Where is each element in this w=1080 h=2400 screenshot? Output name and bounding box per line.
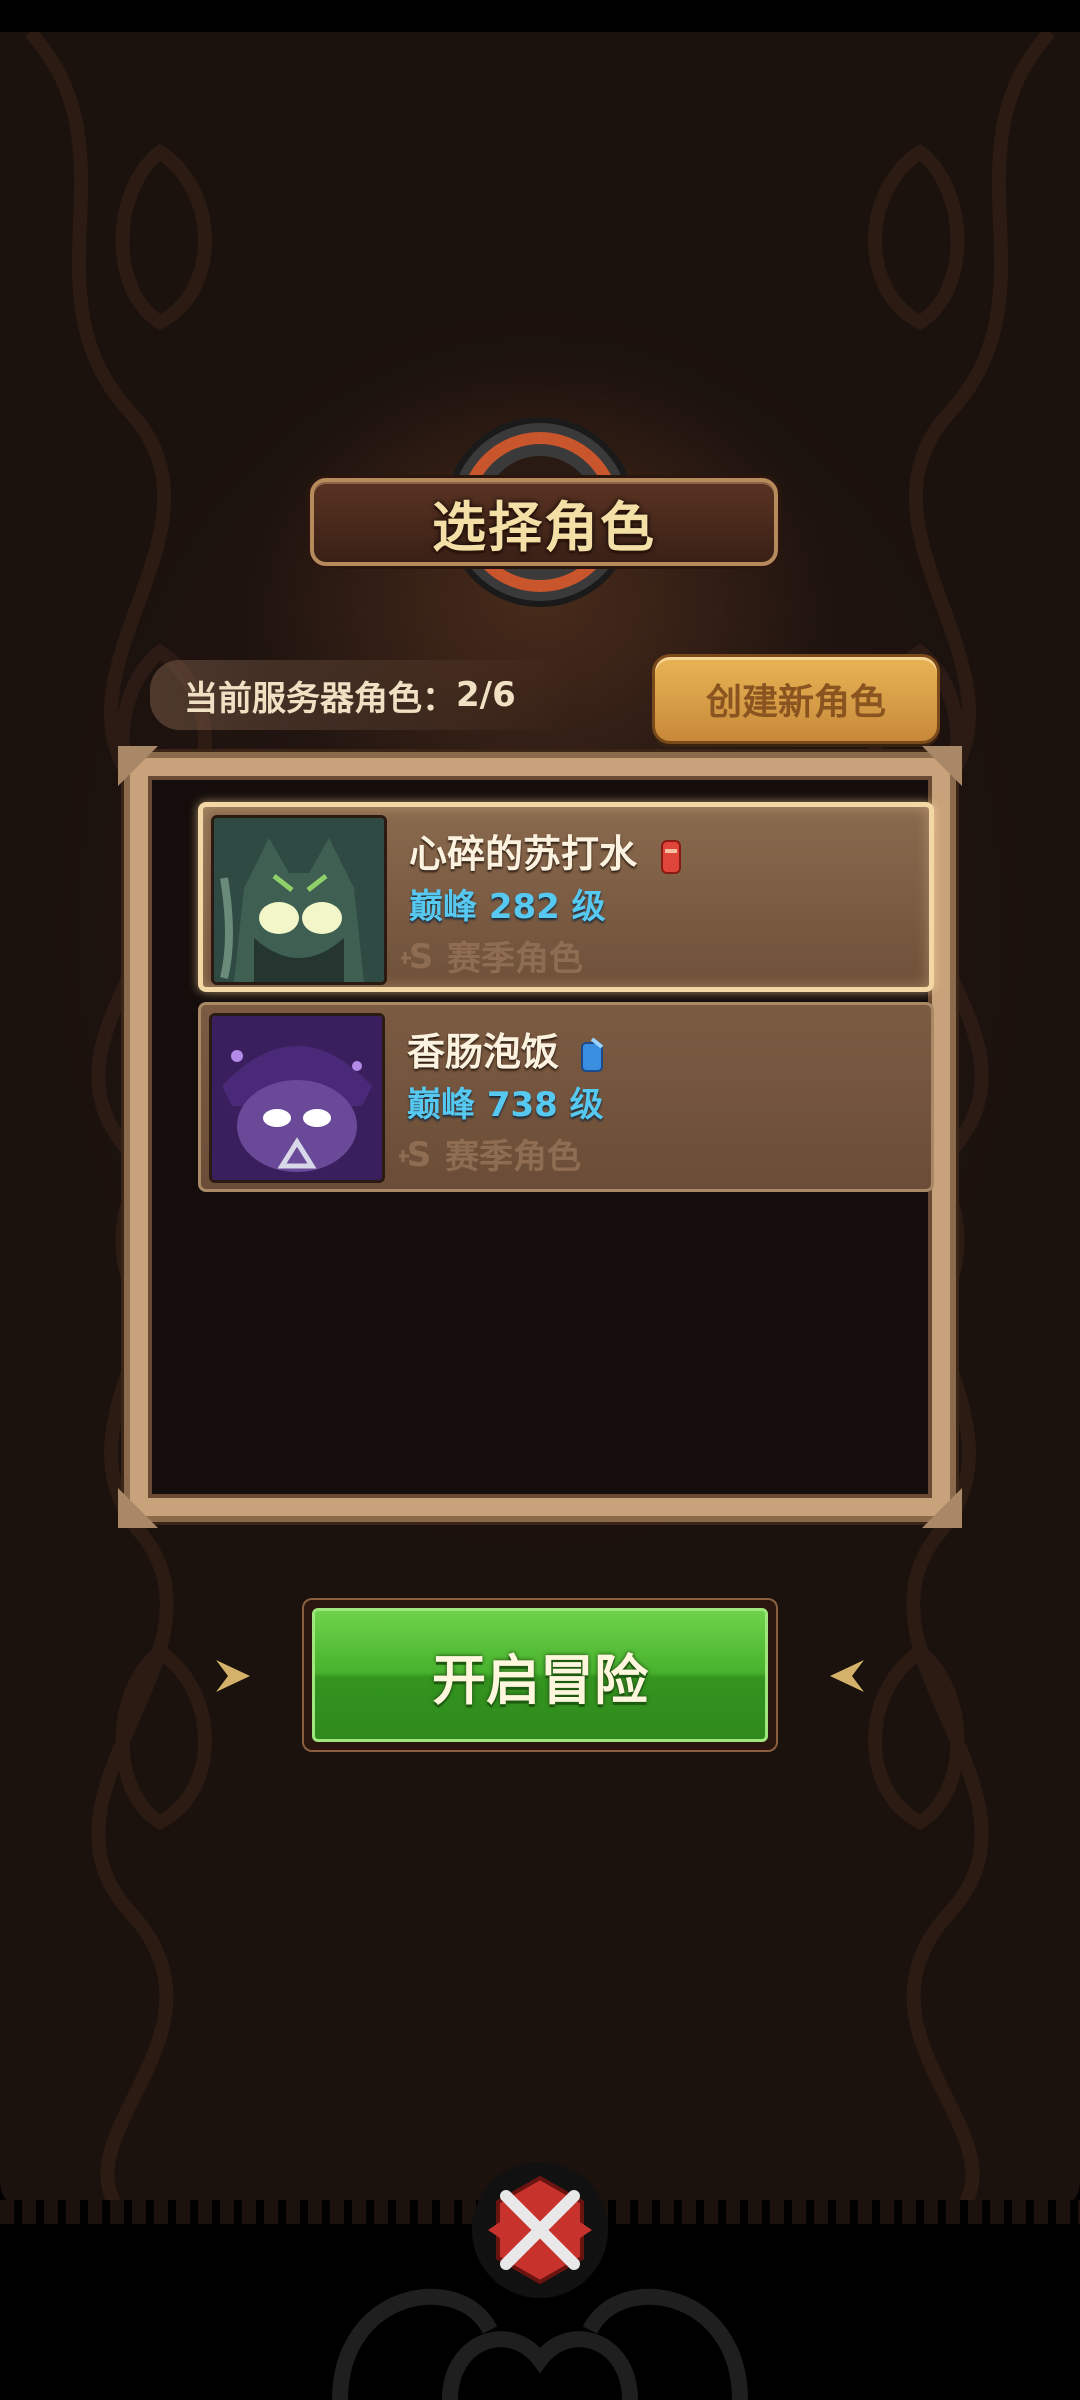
character-list: 心碎的苏打水 巅峰 282 级 S 赛季角色 香肠泡饭 巅峰 738 级 S 赛…	[148, 776, 934, 1498]
season-s-icon: S	[401, 937, 434, 976]
character-level: 巅峰 738 级	[407, 1085, 604, 1125]
red-scroll-icon	[661, 839, 682, 874]
server-count-label: 当前服务器角色：	[184, 678, 456, 719]
title-banner: 选择角色	[310, 478, 778, 566]
status-bar	[0, 0, 1080, 32]
ghost-cat-avatar-icon	[214, 818, 384, 982]
season-tag: S 赛季角色	[397, 1129, 581, 1178]
season-s-icon: S	[399, 1135, 432, 1174]
svg-text:S: S	[407, 1135, 432, 1174]
wizard-avatar-icon	[212, 1016, 382, 1180]
blue-gem-icon	[581, 1036, 604, 1072]
season-tag: S 赛季角色	[399, 931, 583, 980]
server-character-count: 当前服务器角色： 2/6	[150, 660, 570, 730]
character-card-selected[interactable]: 心碎的苏打水 巅峰 282 级 S 赛季角色	[198, 802, 934, 992]
character-card[interactable]: 香肠泡饭 巅峰 738 级 S 赛季角色	[198, 1002, 934, 1192]
svg-text:S: S	[409, 937, 434, 976]
character-name: 心碎的苏打水	[409, 823, 686, 878]
character-level: 巅峰 282 级	[409, 887, 606, 927]
start-right-arrow-icon	[830, 1660, 864, 1692]
start-adventure-label: 开启冒险	[312, 1608, 768, 1742]
character-avatar	[211, 815, 387, 985]
character-list-frame: 心碎的苏打水 巅峰 282 级 S 赛季角色 香肠泡饭 巅峰 738 级 S 赛…	[118, 746, 962, 1528]
server-count-value: 2/6	[456, 675, 516, 715]
page-title: 选择角色	[432, 495, 656, 559]
start-left-arrow-icon	[216, 1660, 250, 1692]
character-name: 香肠泡饭	[407, 1021, 608, 1076]
create-character-button[interactable]: 创建新角色	[652, 654, 940, 744]
crossed-swords-emblem-icon	[472, 2162, 608, 2298]
start-adventure-button[interactable]: 开启冒险	[304, 1600, 776, 1750]
character-avatar	[209, 1013, 385, 1183]
